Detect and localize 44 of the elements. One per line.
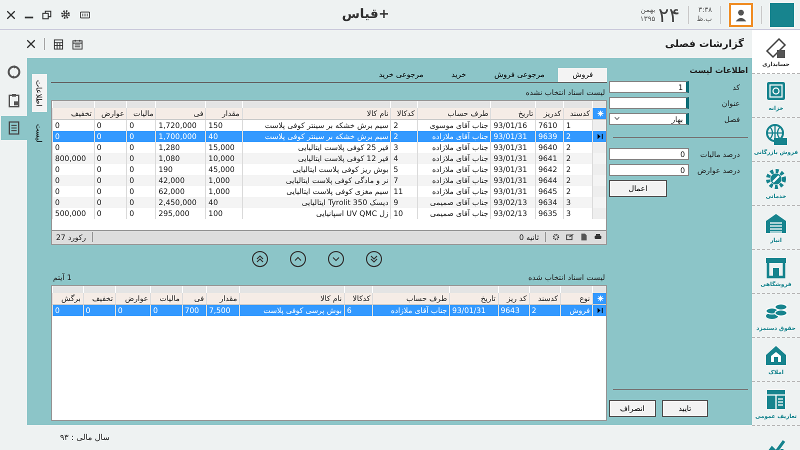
warehouse-icon bbox=[764, 211, 788, 235]
gear-icon bbox=[764, 167, 788, 191]
input-field[interactable] bbox=[609, 97, 689, 109]
fiscal-year: سال مالی : ۹۳ bbox=[60, 433, 110, 442]
double-chevron-up-icon bbox=[251, 250, 269, 268]
page-title: گزارشات فصلی bbox=[665, 38, 744, 50]
restore-icon[interactable] bbox=[42, 10, 52, 20]
chevron-down-icon bbox=[613, 116, 621, 122]
export-icon[interactable] bbox=[566, 233, 574, 242]
layout-icon bbox=[764, 387, 788, 411]
chevron-down-icon bbox=[327, 250, 345, 268]
close-icon[interactable] bbox=[6, 10, 16, 20]
calculator-icon[interactable] bbox=[53, 38, 64, 50]
current-row-icon bbox=[597, 132, 604, 140]
current-row-icon bbox=[597, 307, 604, 314]
new-row-icon[interactable] bbox=[597, 110, 604, 117]
globe-icon bbox=[764, 123, 788, 147]
printer-icon[interactable] bbox=[594, 233, 602, 242]
double-chevron-down-icon bbox=[365, 250, 383, 268]
double-chevron-up-button[interactable] bbox=[251, 250, 269, 268]
clipboard-icon bbox=[6, 92, 22, 108]
app-title: قیاس+ bbox=[342, 7, 390, 22]
safe-icon bbox=[764, 79, 788, 103]
list-icon bbox=[6, 120, 22, 136]
app-logo[interactable] bbox=[770, 2, 794, 26]
chevron-up-button[interactable] bbox=[289, 250, 307, 268]
form-title: اطلاعات لیست bbox=[688, 66, 748, 75]
chevron-up-icon bbox=[289, 250, 307, 268]
refresh-icon bbox=[6, 64, 22, 80]
store-icon bbox=[764, 255, 788, 279]
chevron-down-button[interactable] bbox=[327, 250, 345, 268]
user-avatar[interactable] bbox=[729, 2, 753, 26]
date-day: ۲۴ bbox=[658, 2, 680, 26]
close-icon[interactable] bbox=[26, 39, 36, 49]
user-silhouette-icon bbox=[734, 8, 748, 22]
calendar-icon[interactable] bbox=[72, 38, 83, 50]
house-icon bbox=[764, 343, 788, 367]
list-button[interactable] bbox=[0, 116, 26, 140]
settings-icon[interactable] bbox=[60, 9, 71, 20]
settings-icon[interactable] bbox=[552, 233, 560, 242]
new-row-icon[interactable] bbox=[597, 295, 604, 302]
double-chevron-down-button[interactable] bbox=[365, 250, 383, 268]
keyboard-icon[interactable] bbox=[79, 10, 91, 20]
document-icon[interactable] bbox=[580, 233, 588, 242]
